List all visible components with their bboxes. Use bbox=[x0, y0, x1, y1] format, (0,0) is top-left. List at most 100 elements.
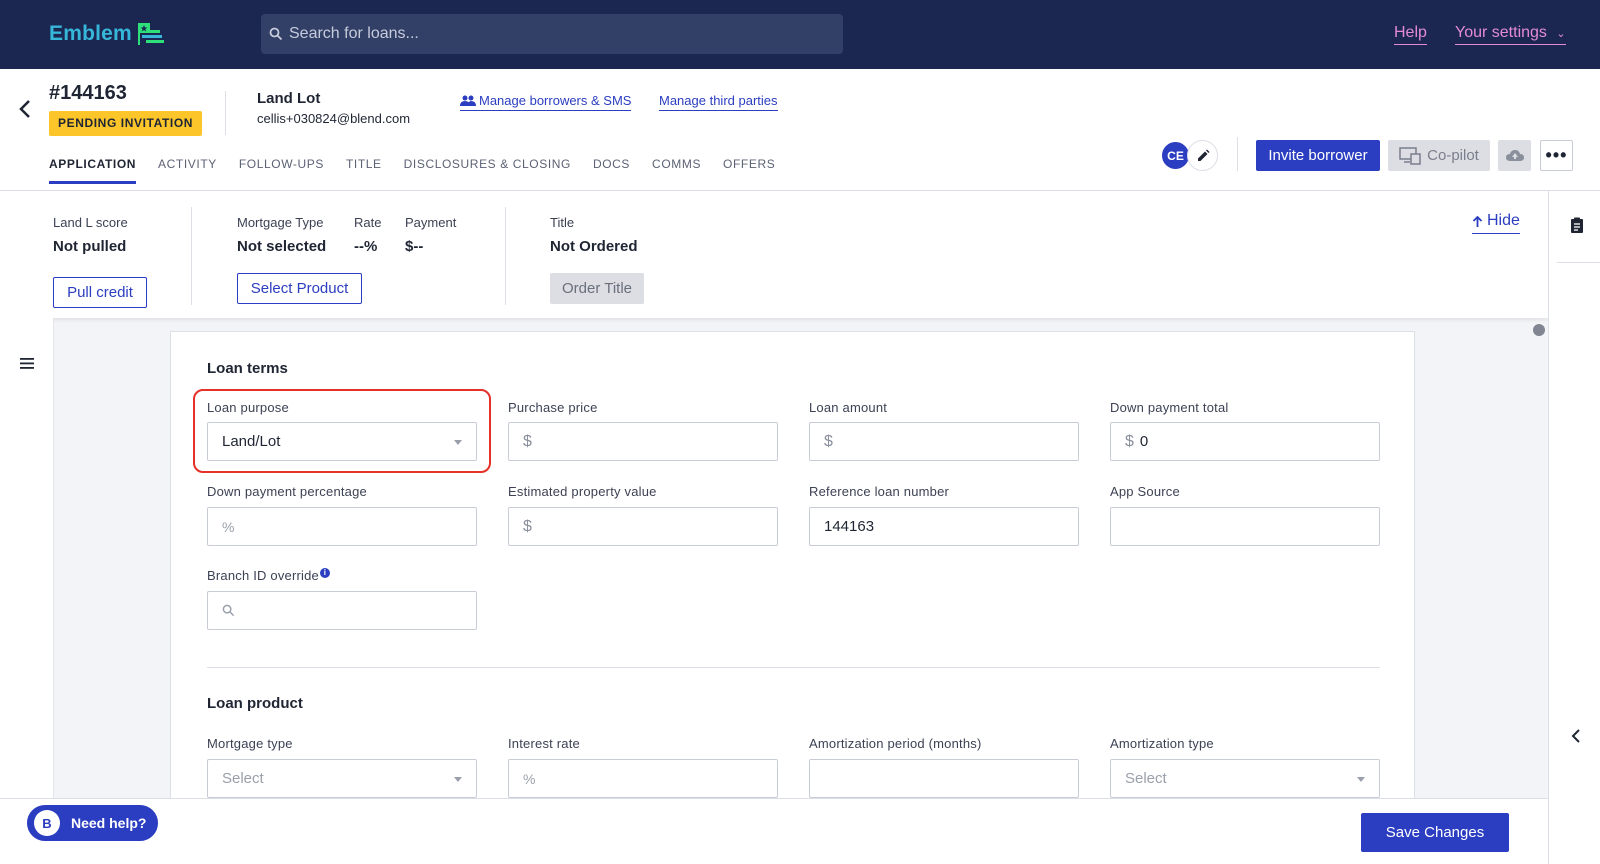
search-icon bbox=[222, 604, 235, 617]
reference-loan-number-value: 144163 bbox=[824, 518, 875, 535]
borrower-email: cellis+030824@blend.com bbox=[257, 111, 411, 126]
emblem-logo[interactable]: Emblem bbox=[49, 22, 166, 46]
amortization-period-input[interactable] bbox=[809, 759, 1079, 798]
scrollbar-thumb[interactable] bbox=[1533, 324, 1545, 336]
screen-share-icon bbox=[1399, 146, 1421, 165]
tab-disclosures-closing[interactable]: DISCLOSURES & CLOSING bbox=[404, 157, 571, 184]
interest-rate-input[interactable]: % bbox=[508, 759, 778, 798]
left-side-rail bbox=[0, 318, 54, 798]
back-arrow-icon[interactable] bbox=[18, 99, 32, 119]
mortgage-type-value: Not selected bbox=[237, 238, 327, 255]
cloud-upload-icon bbox=[1505, 150, 1524, 161]
need-help-button[interactable]: B Need help? bbox=[27, 805, 158, 841]
loan-purpose-value: Land/Lot bbox=[222, 433, 281, 450]
summary-divider bbox=[505, 207, 506, 305]
loan-form-card: Loan terms Loan purpose Land/Lot Purchas… bbox=[170, 331, 1415, 801]
reference-loan-number-label: Reference loan number bbox=[809, 484, 950, 499]
loan-purpose-select[interactable]: Land/Lot bbox=[207, 422, 477, 461]
section-divider bbox=[207, 667, 1380, 668]
your-settings-menu[interactable]: Your settings ⌄ bbox=[1455, 24, 1566, 45]
loan-number: #144163 bbox=[49, 82, 127, 104]
action-divider bbox=[1237, 137, 1238, 171]
tab-docs[interactable]: DOCS bbox=[593, 157, 630, 184]
loan-header: #144163 PENDING INVITATION Land Lot cell… bbox=[0, 69, 1600, 191]
credit-score-label: Land L score bbox=[53, 215, 128, 230]
reference-loan-number-input[interactable]: 144163 bbox=[809, 507, 1079, 546]
cloud-upload-button[interactable] bbox=[1498, 140, 1531, 171]
rate-value: --% bbox=[354, 238, 378, 255]
hide-label: Hide bbox=[1487, 212, 1520, 229]
rail-divider bbox=[1557, 262, 1600, 263]
percent-prefix: % bbox=[222, 518, 235, 535]
mortgage-type-select[interactable]: Select bbox=[207, 759, 477, 798]
payment-value: $-- bbox=[405, 238, 424, 255]
down-payment-percentage-label: Down payment percentage bbox=[207, 484, 367, 499]
arrow-up-icon bbox=[1472, 215, 1483, 227]
chevron-down-icon: ⌄ bbox=[1556, 28, 1566, 40]
people-icon bbox=[460, 95, 476, 106]
percent-prefix: % bbox=[523, 770, 536, 787]
mortgage-type-placeholder: Select bbox=[222, 770, 264, 787]
co-pilot-button[interactable]: Co-pilot bbox=[1388, 140, 1490, 171]
tab-follow-ups[interactable]: FOLLOW-UPS bbox=[239, 157, 324, 184]
manage-borrowers-link[interactable]: Manage borrowers & SMS bbox=[460, 93, 632, 111]
currency-prefix: $ bbox=[523, 432, 532, 450]
mortgage-type-label: Mortgage Type bbox=[237, 215, 324, 230]
mortgage-type-field-label: Mortgage type bbox=[207, 736, 293, 751]
estimated-property-value-input[interactable]: $ bbox=[508, 507, 778, 546]
edit-team-button[interactable] bbox=[1187, 140, 1218, 171]
help-link[interactable]: Help bbox=[1394, 24, 1427, 45]
logo-text: Emblem bbox=[49, 22, 132, 45]
down-payment-total-value: 0 bbox=[1139, 433, 1149, 450]
loan-amount-label: Loan amount bbox=[809, 400, 888, 415]
info-icon[interactable]: i bbox=[319, 568, 330, 578]
clipboard-icon[interactable] bbox=[1570, 217, 1584, 233]
manage-third-parties-link[interactable]: Manage third parties bbox=[659, 93, 778, 111]
search-icon bbox=[269, 27, 283, 41]
branch-id-label-text: Branch ID override bbox=[207, 568, 319, 583]
bottom-action-bar: B Need help? Save Changes bbox=[0, 798, 1548, 864]
down-payment-total-input[interactable]: $ 0 bbox=[1110, 422, 1380, 461]
your-settings-label: Your settings bbox=[1455, 24, 1547, 41]
loan-tabs: APPLICATION ACTIVITY FOLLOW-UPS TITLE DI… bbox=[49, 157, 797, 184]
hide-summary-link[interactable]: Hide bbox=[1472, 212, 1520, 234]
logo-flag-icon bbox=[137, 23, 164, 45]
help-chat-icon: B bbox=[34, 810, 60, 836]
chevron-left-icon[interactable] bbox=[1571, 728, 1581, 744]
select-product-button[interactable]: Select Product bbox=[237, 273, 362, 304]
branch-id-search-input[interactable] bbox=[207, 591, 477, 630]
pull-credit-button[interactable]: Pull credit bbox=[53, 277, 147, 308]
tab-activity[interactable]: ACTIVITY bbox=[158, 157, 217, 184]
amortization-type-select[interactable]: Select bbox=[1110, 759, 1380, 798]
tab-offers[interactable]: OFFERS bbox=[723, 157, 775, 184]
amortization-type-label: Amortization type bbox=[1110, 736, 1214, 751]
tab-comms[interactable]: COMMS bbox=[652, 157, 701, 184]
amortization-period-label: Amortization period (months) bbox=[809, 736, 982, 751]
pencil-icon bbox=[1197, 149, 1209, 161]
co-pilot-label: Co-pilot bbox=[1427, 147, 1479, 164]
down-payment-total-label: Down payment total bbox=[1110, 400, 1229, 415]
status-badge: PENDING INVITATION bbox=[49, 111, 203, 136]
amortization-type-placeholder: Select bbox=[1125, 770, 1167, 787]
more-options-button[interactable]: ••• bbox=[1540, 140, 1573, 171]
menu-icon[interactable] bbox=[20, 358, 34, 369]
loan-search-input[interactable]: Search for loans... bbox=[261, 14, 843, 54]
loan-amount-input[interactable]: $ bbox=[809, 422, 1079, 461]
purchase-price-input[interactable]: $ bbox=[508, 422, 778, 461]
manage-borrowers-label: Manage borrowers & SMS bbox=[479, 93, 632, 108]
currency-prefix: $ bbox=[824, 432, 833, 450]
order-title-button[interactable]: Order Title bbox=[550, 273, 644, 304]
dropdown-caret-icon bbox=[1357, 777, 1365, 782]
tab-application[interactable]: APPLICATION bbox=[49, 157, 137, 184]
tab-title[interactable]: TITLE bbox=[346, 157, 382, 184]
down-payment-percentage-input[interactable]: % bbox=[207, 507, 477, 546]
top-navigation-bar: Emblem Search for loans... Help Your set… bbox=[0, 0, 1600, 69]
search-placeholder: Search for loans... bbox=[289, 25, 419, 42]
invite-borrower-button[interactable]: Invite borrower bbox=[1256, 140, 1380, 171]
currency-prefix: $ bbox=[1125, 432, 1134, 450]
save-changes-button[interactable]: Save Changes bbox=[1361, 813, 1509, 852]
dropdown-caret-icon bbox=[454, 777, 462, 782]
title-label: Title bbox=[550, 215, 575, 230]
need-help-label: Need help? bbox=[71, 815, 147, 831]
app-source-input[interactable] bbox=[1110, 507, 1380, 546]
